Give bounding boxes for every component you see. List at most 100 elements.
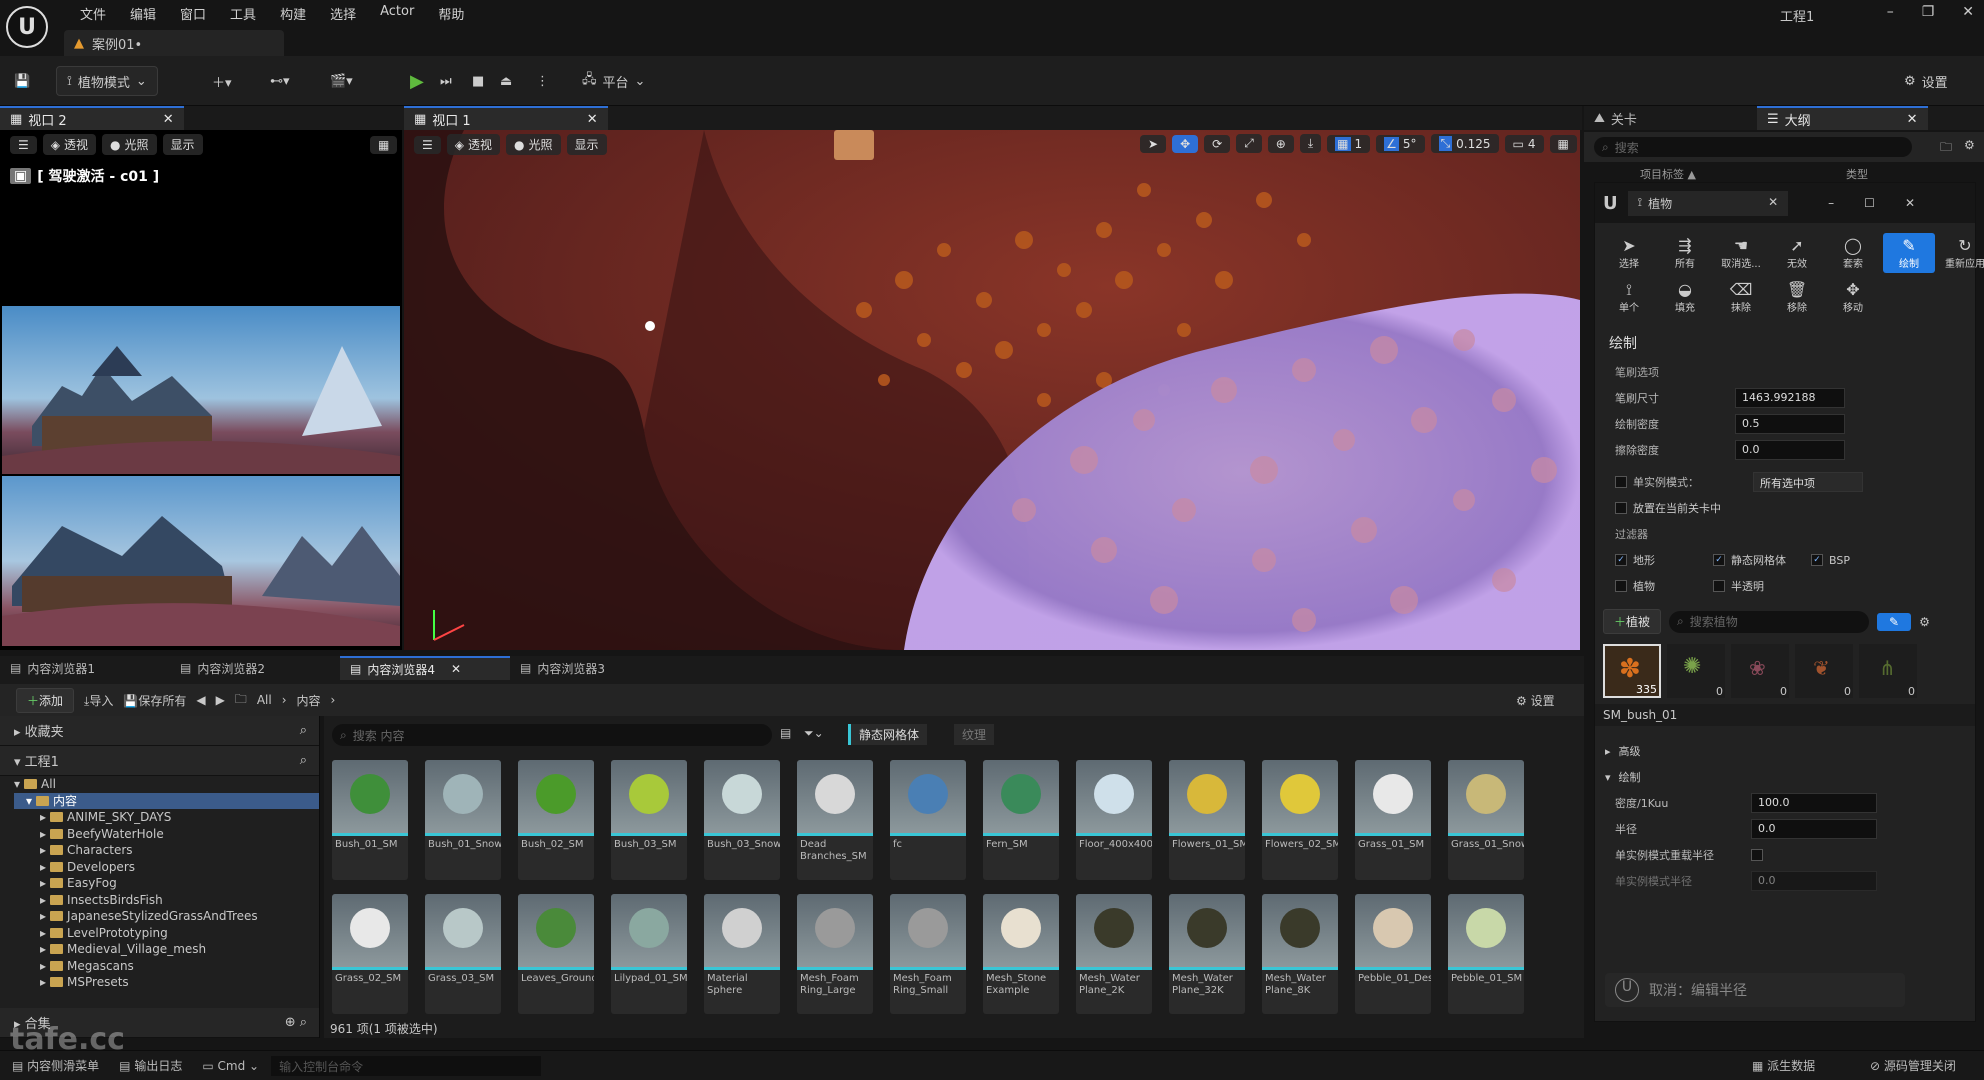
tool-fill[interactable]: ◒ 填充 xyxy=(1659,277,1711,317)
lit-button[interactable]: ● 光照 xyxy=(506,134,561,155)
tab-level[interactable]: ⛰ 关卡 xyxy=(1584,106,1647,130)
stop-button[interactable]: ■ xyxy=(472,66,484,96)
tree-item[interactable]: ▸ ANIME_SKY_DAYS xyxy=(14,809,319,826)
translate-icon[interactable]: ✥ xyxy=(1172,134,1199,153)
breadcrumb-all[interactable]: All xyxy=(257,693,272,707)
tree-item[interactable]: ▸ Characters xyxy=(14,842,319,859)
world-space-icon[interactable]: ⊕ xyxy=(1267,134,1294,153)
paint-density-input[interactable]: 0.5 xyxy=(1735,414,1845,434)
tool-select[interactable]: ➤ 选择 xyxy=(1603,233,1655,273)
close-icon[interactable]: ✕ xyxy=(163,112,174,127)
filter-bsp-checkbox[interactable]: ✓ xyxy=(1811,554,1823,566)
tool-erase[interactable]: ⌫ 抹除 xyxy=(1715,277,1767,317)
camera-speed-button[interactable]: ▭ 4 xyxy=(1504,134,1544,153)
tab-content-browser-3[interactable]: ▤ 内容浏览器3 xyxy=(510,656,680,680)
tab-viewport1[interactable]: ▦ 视口 1 ✕ xyxy=(404,106,608,130)
gear-icon[interactable]: ⚙ xyxy=(1964,138,1975,152)
menu-actor[interactable]: Actor xyxy=(368,4,426,23)
tool-select-all[interactable]: ⇶ 所有 xyxy=(1659,233,1711,273)
asset-tile[interactable]: Grass_01_SM xyxy=(1355,760,1431,880)
show-button[interactable]: 显示 xyxy=(566,134,607,155)
density-input[interactable]: 100.0 xyxy=(1751,793,1877,813)
asset-search[interactable]: ⌕ 搜索 内容 xyxy=(332,724,772,746)
item-label-column[interactable]: 项目标签 ▲ xyxy=(1640,166,1696,182)
foliage-type-grass[interactable]: ⋔ 0 xyxy=(1859,644,1917,698)
asset-tile[interactable]: Pebble_01_Desert_SM xyxy=(1355,894,1431,1014)
asset-tile[interactable]: Mesh_Water Plane_8K xyxy=(1262,894,1338,1014)
radius-input[interactable]: 0.0 xyxy=(1751,819,1877,839)
search-icon[interactable]: ⌕ xyxy=(300,723,307,738)
play-options-icon[interactable]: ⋮ xyxy=(536,66,549,96)
back-icon[interactable]: ◀ xyxy=(196,693,205,707)
filter-chip-static-mesh[interactable]: 静态网格体 xyxy=(848,724,928,745)
close-icon[interactable]: ✕ xyxy=(451,662,461,676)
asset-tile[interactable]: Mesh_Water Plane_2K xyxy=(1076,894,1152,1014)
menu-file[interactable]: 文件 xyxy=(68,4,118,23)
content-settings-button[interactable]: ⚙ 设置 xyxy=(1516,692,1555,709)
minimize-icon[interactable]: – xyxy=(1828,196,1834,210)
menu-edit[interactable]: 编辑 xyxy=(118,4,168,23)
forward-icon[interactable]: ▶ xyxy=(216,693,225,707)
paint-section[interactable]: ▾ 绘制 xyxy=(1595,764,1975,790)
asset-tile[interactable]: Pebble_01_SM xyxy=(1448,894,1524,1014)
erase-density-input[interactable]: 0.0 xyxy=(1735,440,1845,460)
show-button[interactable]: 显示 xyxy=(162,134,203,155)
scale-icon[interactable]: ⤢ xyxy=(1236,134,1262,153)
foliage-type-flower[interactable]: ❀ 0 xyxy=(1731,644,1789,698)
add-foliage-button[interactable]: ＋植被 xyxy=(1603,609,1662,634)
foliage-type-fern[interactable]: ✺ 0 xyxy=(1667,644,1725,698)
close-icon[interactable]: ✕ xyxy=(1905,196,1915,210)
source-control-button[interactable]: ⊘ 源码管理关闭 xyxy=(1870,1057,1956,1074)
platform-button[interactable]: 🖧 平台 ⌄ xyxy=(582,66,645,96)
angle-snap-button[interactable]: ∠ 5° xyxy=(1376,134,1425,153)
close-icon[interactable]: ✕ xyxy=(1768,195,1778,212)
asset-tile[interactable]: Flowers_02_SM xyxy=(1262,760,1338,880)
folder-icon[interactable]: 🗀 xyxy=(1940,138,1952,159)
surface-snap-icon[interactable]: ⤓ xyxy=(1299,134,1322,153)
tool-invalid[interactable]: ➚ 无效 xyxy=(1771,233,1823,273)
menu-tools[interactable]: 工具 xyxy=(218,4,268,23)
maximize-icon[interactable]: ☐ xyxy=(1864,196,1875,210)
viewport2[interactable]: ☰ ◈ 透视 ● 光照 显示 ▦ ▣ [ 驾驶激活 - c01 ] xyxy=(0,130,402,650)
filter-icon[interactable]: ⏷⌄ xyxy=(804,726,824,741)
place-in-level-checkbox[interactable] xyxy=(1615,502,1627,514)
tab-content-browser-2[interactable]: ▤ 内容浏览器2 xyxy=(170,656,340,680)
filter-landscape-checkbox[interactable]: ✓ xyxy=(1615,554,1627,566)
grid-snap-button[interactable]: ▦ 1 xyxy=(1327,134,1371,153)
tree-item-content[interactable]: ▾ 内容 xyxy=(14,792,319,809)
tool-paint[interactable]: ✎ 绘制 xyxy=(1883,233,1935,273)
tree-item[interactable]: ▸ LevelPrototyping xyxy=(14,925,319,942)
asset-tile[interactable]: Bush_03_SM xyxy=(611,760,687,880)
close-icon[interactable]: ✕ xyxy=(1962,4,1974,20)
add-actor-button[interactable]: ＋▾ xyxy=(212,66,232,96)
filter-chip-texture[interactable]: 纹理 xyxy=(954,724,995,745)
asset-tile[interactable]: Mesh_Foam Ring_Large xyxy=(797,894,873,1014)
asset-tile[interactable]: Bush_01_SM xyxy=(332,760,408,880)
foliage-search[interactable]: ⌕ 搜索植物 xyxy=(1669,610,1870,633)
mode-selector[interactable]: ⟟ 植物模式 ⌄ xyxy=(56,66,158,96)
search-icon[interactable]: ⌕ xyxy=(300,1015,307,1030)
cmd-dropdown[interactable]: ▭ Cmd ⌄ xyxy=(202,1059,259,1073)
tree-item[interactable]: ▸ EasyFog xyxy=(14,875,319,892)
search-icon[interactable]: ⌕ xyxy=(300,753,307,768)
tool-remove[interactable]: 🗑 移除 xyxy=(1771,277,1823,317)
outliner-search[interactable]: ⌕ 搜索 xyxy=(1594,137,1912,157)
menu-build[interactable]: 构建 xyxy=(268,4,318,23)
settings-button[interactable]: ⚙ 设置 xyxy=(1904,66,1948,96)
tool-reapply[interactable]: ↻ 重新应用 xyxy=(1939,233,1984,273)
type-column[interactable]: 类型 xyxy=(1846,166,1868,182)
tree-item[interactable]: ▸ Medieval_Village_mesh xyxy=(14,941,319,958)
lit-button[interactable]: ● 光照 xyxy=(102,134,157,155)
tab-outliner[interactable]: ☰ 大纲 ✕ xyxy=(1756,106,1928,130)
close-icon[interactable]: ✕ xyxy=(1907,112,1918,127)
viewport1[interactable]: ☰ ◈ 透视 ● 光照 显示 ➤ ✥ ⟳ ⤢ ⊕ ⤓ ▦ 1 ∠ 5° ⤡ 0.125 ▭… xyxy=(404,130,1580,650)
derived-data-button[interactable]: ▦ 派生数据 xyxy=(1752,1057,1815,1074)
console-input[interactable]: 输入控制台命令 xyxy=(271,1055,542,1076)
asset-tile[interactable]: Mesh_Water Plane_32K xyxy=(1169,894,1245,1014)
save-search-icon[interactable]: ▤ xyxy=(780,726,791,740)
add-button[interactable]: ＋添加 xyxy=(16,687,75,713)
viewport-menu-icon[interactable]: ☰ xyxy=(10,135,37,154)
tab-content-browser-1[interactable]: ▤ 内容浏览器1 xyxy=(0,656,170,680)
output-log-button[interactable]: ▤ 输出日志 xyxy=(119,1057,182,1074)
save-icon[interactable]: 💾 xyxy=(14,66,30,96)
